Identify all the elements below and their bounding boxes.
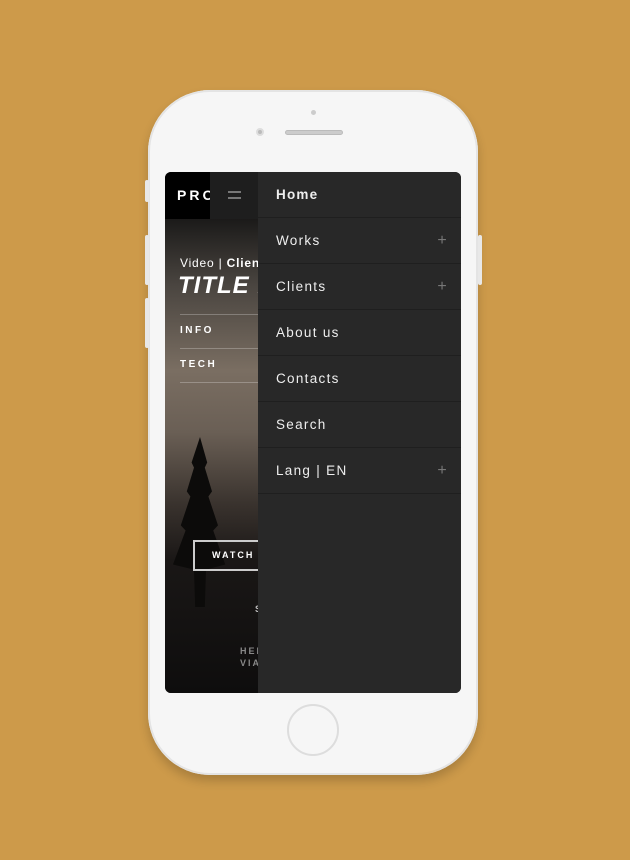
tech-link[interactable]: TECH xyxy=(180,359,217,370)
hero-client: Clien xyxy=(226,256,258,270)
menu-toggle[interactable] xyxy=(210,172,258,219)
plus-icon[interactable]: + xyxy=(437,448,448,494)
menu-item-label: Lang | EN xyxy=(276,463,348,478)
hero-meta: Video | Clien xyxy=(180,256,258,270)
menu-item-label: Contacts xyxy=(276,371,340,386)
menu-item-search[interactable]: Search xyxy=(258,402,461,448)
hamburger-icon[interactable] xyxy=(228,191,241,199)
plus-icon[interactable]: + xyxy=(437,264,448,310)
volume-down-button xyxy=(145,298,149,348)
menu-item-contacts[interactable]: Contacts xyxy=(258,356,461,402)
phone-screen: PRO Video | Clien TITLE F INFO TECH WATC… xyxy=(165,172,461,693)
divider xyxy=(180,348,258,349)
power-button xyxy=(478,235,482,285)
sensor xyxy=(311,110,316,115)
menu-item-label: Home xyxy=(276,187,319,202)
menu-item-label: Clients xyxy=(276,279,327,294)
logo[interactable]: PRO xyxy=(165,172,210,219)
divider xyxy=(180,314,258,315)
menu-item-about[interactable]: About us xyxy=(258,310,461,356)
volume-up-button xyxy=(145,235,149,285)
info-link[interactable]: INFO xyxy=(180,325,214,336)
footer-line-2: VIA xyxy=(240,658,258,668)
hero-title: TITLE F xyxy=(178,272,258,299)
menu-item-lang[interactable]: Lang | EN + xyxy=(258,448,461,494)
menu-item-label: About us xyxy=(276,325,340,340)
menu-item-works[interactable]: Works + xyxy=(258,218,461,264)
plus-icon[interactable]: + xyxy=(437,218,448,264)
hero-category: Video | xyxy=(180,256,227,270)
divider xyxy=(180,382,258,383)
menu-item-label: Search xyxy=(276,417,327,432)
mute-switch xyxy=(145,180,149,202)
home-button[interactable] xyxy=(287,704,339,756)
menu-item-home[interactable]: Home xyxy=(258,172,461,218)
tree-silhouette xyxy=(173,437,226,607)
earpiece-speaker xyxy=(285,130,343,135)
front-camera xyxy=(256,128,264,136)
side-menu: Home Works + Clients + About us Contacts S… xyxy=(258,172,461,693)
watch-video-button[interactable]: WATCH V xyxy=(193,540,263,571)
footer-line-1: HEL xyxy=(240,646,258,656)
menu-item-label: Works xyxy=(276,233,321,248)
menu-item-clients[interactable]: Clients + xyxy=(258,264,461,310)
